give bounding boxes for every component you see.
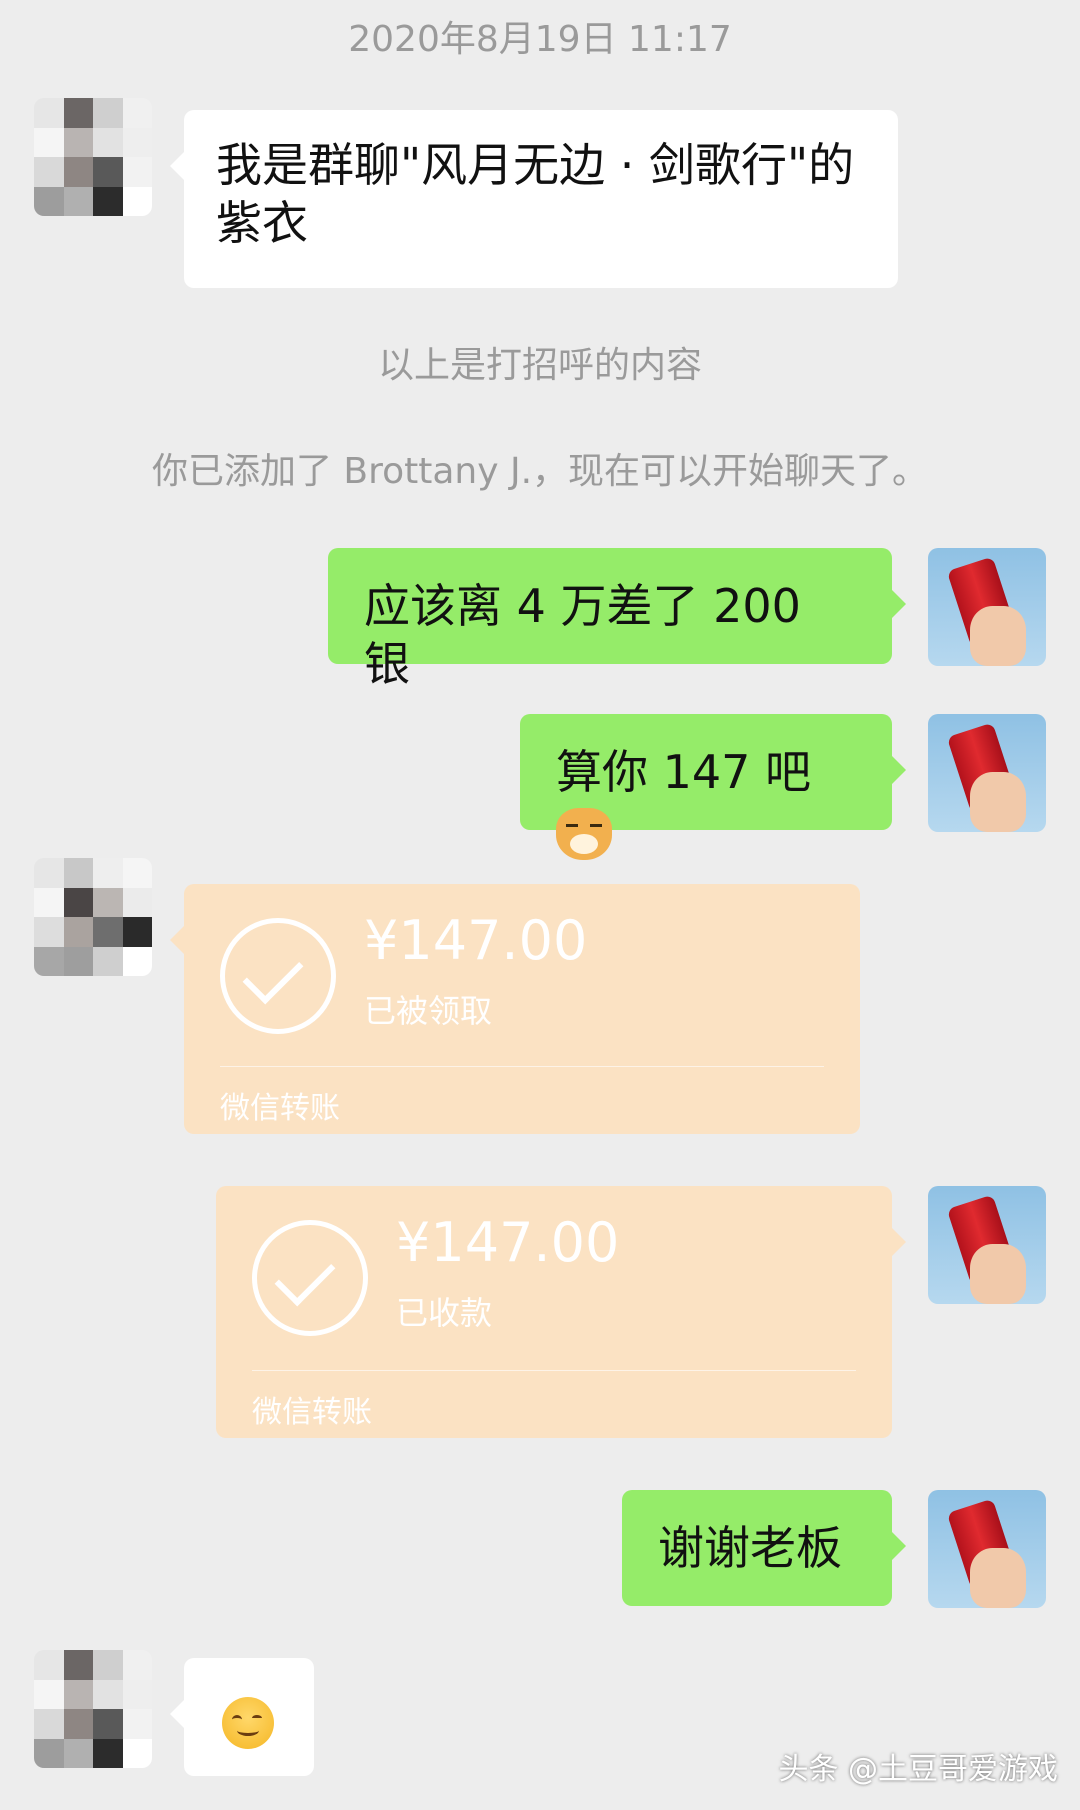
transfer-divider <box>252 1370 856 1371</box>
my-avatar[interactable] <box>928 548 1046 666</box>
transfer-status: 已收款 <box>396 1294 493 1332</box>
smile-emoji-icon <box>222 1696 274 1749</box>
contact-avatar[interactable] <box>34 1650 152 1768</box>
sent-message-text: 应该离 4 万差了 200 银 <box>364 579 801 691</box>
hand-icon <box>970 606 1026 666</box>
sent-message-text: 算你 147 吧 <box>556 745 812 799</box>
contact-avatar[interactable] <box>34 858 152 976</box>
my-avatar[interactable] <box>928 1490 1046 1608</box>
contact-avatar[interactable] <box>34 98 152 216</box>
blurred-avatar-image <box>34 1650 152 1768</box>
check-circle-icon <box>220 918 336 1034</box>
system-note-added: 你已添加了 Brottany J.，现在可以开始聊天了。 <box>151 451 929 492</box>
hand-icon <box>970 772 1026 832</box>
blurred-avatar-image <box>34 858 152 976</box>
dog-emoji-icon <box>556 807 612 860</box>
transfer-label: 微信转账 <box>220 1091 340 1126</box>
transfer-card-sent[interactable]: ¥147.00 已收款 微信转账 <box>216 1186 906 1438</box>
greeting-message-text: 我是群聊"风月无边 · 剑歌行"的紫衣 <box>216 138 855 250</box>
system-note-greeting: 以上是打招呼的内容 <box>377 345 702 386</box>
sent-message-bubble[interactable]: 谢谢老板 <box>622 1490 906 1606</box>
transfer-status: 已被领取 <box>364 992 493 1030</box>
hand-icon <box>970 1548 1026 1608</box>
transfer-divider <box>220 1066 824 1067</box>
received-emoji-bubble[interactable] <box>170 1658 314 1776</box>
transfer-amount: ¥147.00 <box>364 909 588 972</box>
my-avatar[interactable] <box>928 1186 1046 1304</box>
transfer-card-received[interactable]: ¥147.00 已被领取 微信转账 <box>170 884 860 1134</box>
greeting-message-bubble[interactable]: 我是群聊"风月无边 · 剑歌行"的紫衣 <box>170 110 898 288</box>
check-circle-icon <box>252 1220 368 1336</box>
my-avatar[interactable] <box>928 714 1046 832</box>
sent-message-bubble[interactable]: 算你 147 吧 <box>520 714 906 860</box>
chat-timestamp: 2020年8月19日 11:17 <box>348 19 732 60</box>
transfer-label: 微信转账 <box>252 1395 372 1430</box>
watermark: 头条 @土豆哥爱游戏 <box>778 1752 1058 1787</box>
sent-message-text: 谢谢老板 <box>658 1521 842 1575</box>
sent-message-bubble[interactable]: 应该离 4 万差了 200 银 <box>328 548 906 691</box>
hand-icon <box>970 1244 1026 1304</box>
transfer-amount: ¥147.00 <box>396 1211 620 1274</box>
blurred-avatar-image <box>34 98 152 216</box>
